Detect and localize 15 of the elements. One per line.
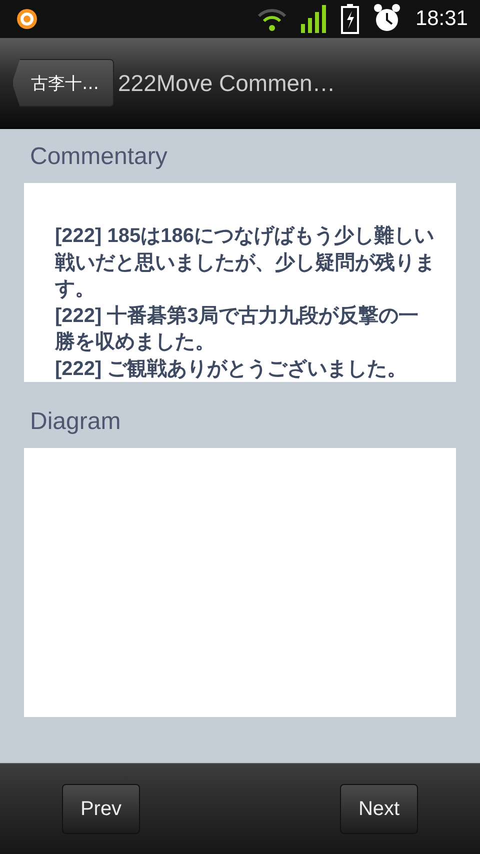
commentary-entry: [222] 185は186につなげばもう少し難しい戦いだと思いましたが、少し疑問が残ります。 bbox=[55, 224, 436, 302]
wifi-icon bbox=[257, 6, 288, 32]
commentary-entry: [222] ご観戦ありがとうございました。 bbox=[55, 356, 408, 382]
clock-time: 18:31 bbox=[415, 7, 468, 31]
signal-icon bbox=[301, 5, 328, 33]
prev-button[interactable]: Prev bbox=[62, 784, 140, 834]
alarm-clock-icon bbox=[373, 4, 402, 34]
screen-title: 222Move Commen… bbox=[118, 70, 336, 96]
battery-icon bbox=[341, 4, 360, 34]
section-heading: Diagram bbox=[29, 407, 122, 437]
next-button[interactable]: Next bbox=[340, 784, 418, 834]
commentary-entry: [222] 十番碁第3局で古力九段が反撃の一勝を収めました。 bbox=[55, 304, 420, 355]
section-heading: Commentary bbox=[29, 142, 168, 172]
back-button[interactable]: 古李十… bbox=[12, 59, 114, 107]
app-notification-icon bbox=[16, 8, 38, 30]
